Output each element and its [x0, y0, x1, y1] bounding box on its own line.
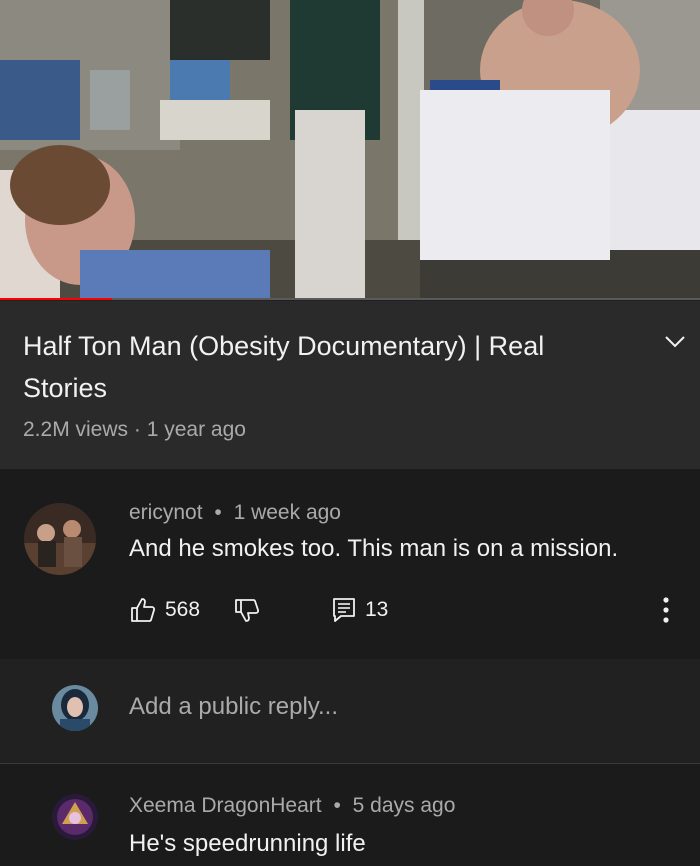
comment-text: And he smokes too. This man is on a miss…: [129, 535, 619, 562]
avatar[interactable]: [52, 794, 98, 840]
chevron-down-icon[interactable]: [664, 335, 686, 349]
thumb-up-icon: [131, 598, 156, 622]
comment-time: 1 week ago: [233, 501, 341, 524]
video-meta: 2.2M views · 1 year ago: [23, 418, 246, 442]
video-frame: [0, 0, 700, 300]
reply-input[interactable]: Add a public reply...: [129, 693, 649, 729]
more-vertical-icon[interactable]: [656, 595, 676, 625]
user-avatar[interactable]: [52, 685, 98, 731]
comment-header: ericynot • 1 week ago: [129, 501, 341, 525]
reply-row: Add a public reply...: [0, 659, 700, 764]
comment-header: Xeema DragonHeart • 5 days ago: [129, 794, 455, 818]
comment-text: He's speedrunning life: [129, 830, 366, 857]
video-info: Half Ton Man (Obesity Documentary) | Rea…: [0, 301, 700, 469]
comment-icon: [333, 598, 355, 622]
avatar[interactable]: [24, 503, 96, 575]
progress-bar[interactable]: [0, 298, 700, 300]
video-player[interactable]: [0, 0, 700, 300]
reply-count-button[interactable]: 13: [331, 593, 388, 627]
upload-age: 1 year ago: [146, 418, 246, 441]
progress-bar-fill: [0, 298, 112, 300]
dislike-button[interactable]: [233, 593, 261, 627]
meta-separator: ·: [133, 418, 141, 441]
like-button[interactable]: 568: [129, 593, 200, 627]
view-count: 2.2M views: [23, 418, 129, 441]
video-title[interactable]: Half Ton Man (Obesity Documentary) | Rea…: [23, 325, 623, 409]
comment-actions: 568 13: [129, 593, 689, 627]
header-separator: •: [214, 501, 222, 524]
like-count: 568: [165, 598, 201, 621]
comment-author[interactable]: Xeema DragonHeart: [129, 794, 322, 817]
comment: Xeema DragonHeart • 5 days ago He's spee…: [0, 764, 700, 866]
thumb-down-icon: [235, 599, 260, 622]
reply-count: 13: [365, 598, 389, 621]
comment-time: 5 days ago: [352, 794, 456, 817]
comment-author[interactable]: ericynot: [129, 501, 203, 524]
comment: ericynot • 1 week ago And he smokes too.…: [0, 469, 700, 659]
header-separator: •: [333, 794, 341, 817]
